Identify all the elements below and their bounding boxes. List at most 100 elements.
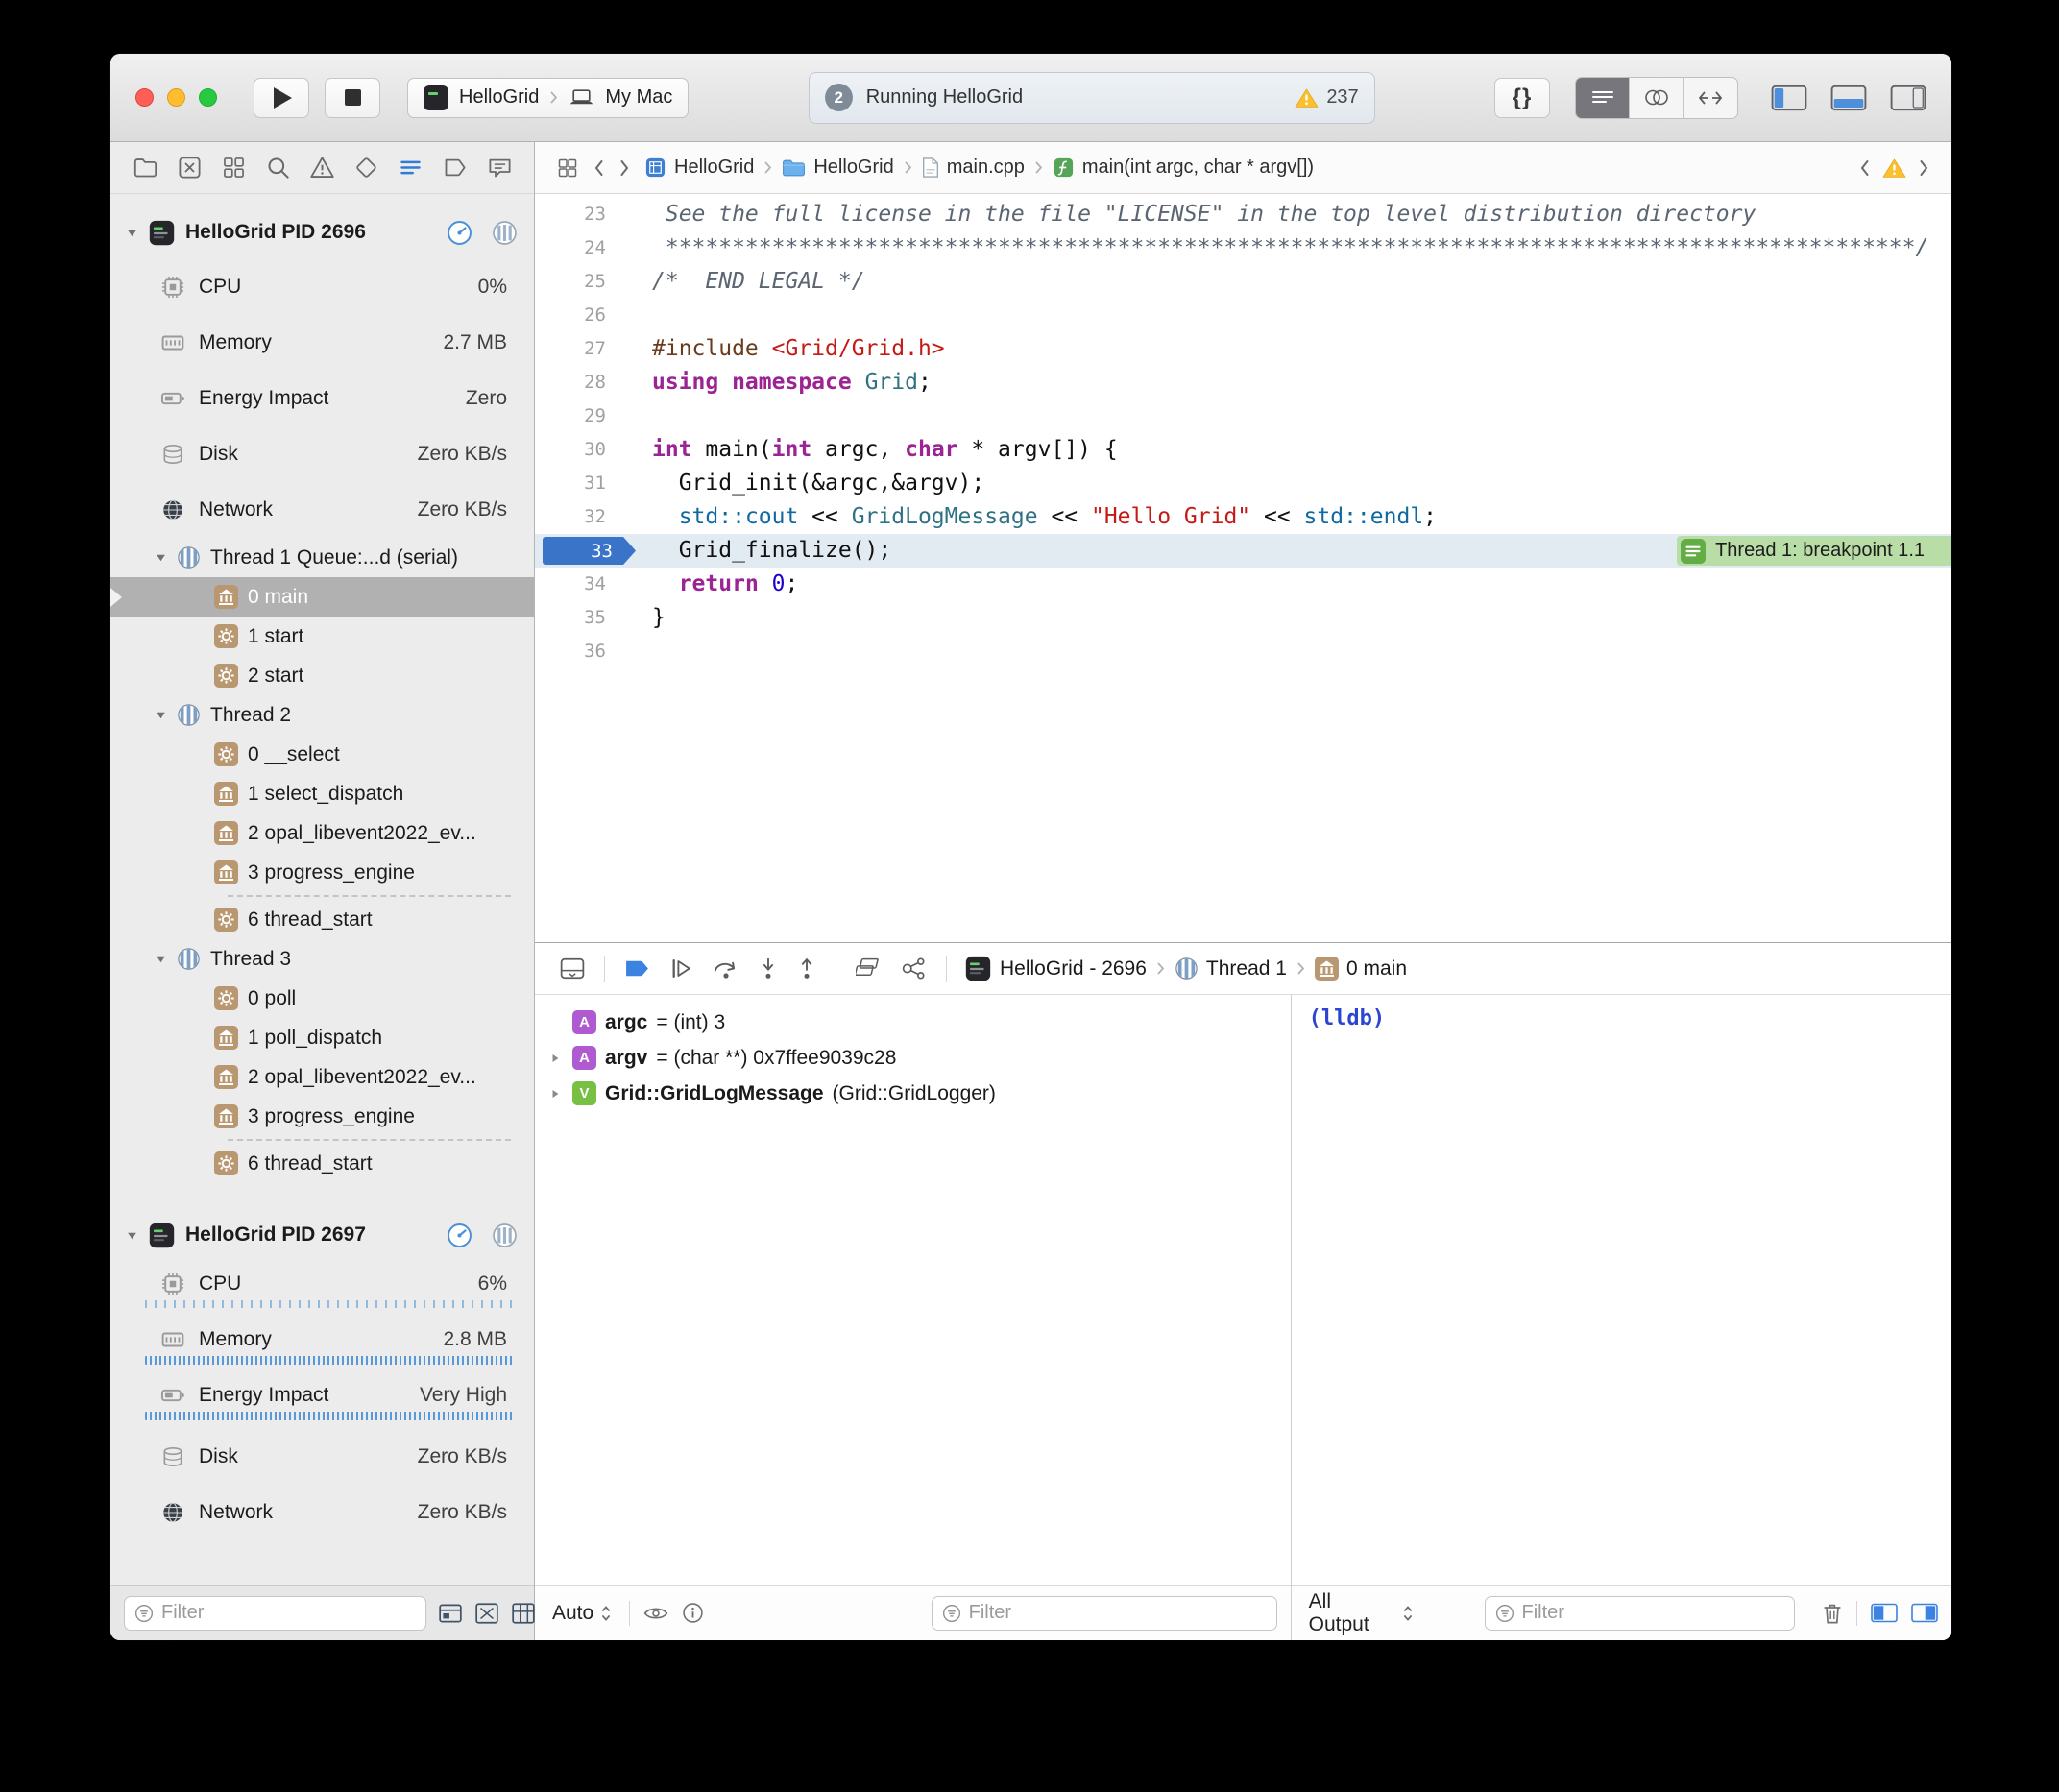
disclosure-icon[interactable] <box>126 1229 138 1242</box>
line-number[interactable]: 30 <box>535 433 627 467</box>
disclosure-icon[interactable] <box>546 1053 564 1064</box>
crumb-file[interactable]: main.cpp <box>922 157 1025 179</box>
crumb-group[interactable]: HelloGrid <box>782 157 893 179</box>
crumb-thread[interactable]: Thread 1 <box>1175 957 1287 981</box>
gauge-row-network[interactable]: NetworkZero KB/s <box>110 482 534 538</box>
toggle-navigator-button[interactable] <box>1771 85 1807 111</box>
code-line[interactable]: 27#include <Grid/Grid.h> <box>535 332 1951 366</box>
toggle-inspectors-button[interactable] <box>1890 85 1926 111</box>
code-line[interactable]: 23 See the full license in the file "LIC… <box>535 198 1951 231</box>
standard-editor-button[interactable] <box>1576 78 1630 118</box>
continue-button[interactable] <box>669 957 693 981</box>
print-description-button[interactable] <box>682 1602 704 1624</box>
show-variables-view-button[interactable] <box>1871 1603 1898 1623</box>
variables-scope-selector[interactable]: Auto <box>548 1600 616 1627</box>
frame-row[interactable]: 1 poll_dispatch <box>110 1018 534 1057</box>
frame-row[interactable]: 1 select_dispatch <box>110 774 534 813</box>
disclosure-icon[interactable] <box>546 1088 564 1100</box>
variables-filter-input[interactable] <box>969 1602 1267 1624</box>
debug-filter-button-2[interactable] <box>474 1602 499 1625</box>
variable-row[interactable]: VGrid::GridLogMessage(Grid::GridLogger) <box>535 1076 1291 1111</box>
code-line[interactable]: 32 std::cout << GridLogMessage << "Hello… <box>535 500 1951 534</box>
library-button[interactable]: {} <box>1494 78 1550 118</box>
gauge-row-cpu[interactable]: CPU0% <box>110 259 534 315</box>
code-line[interactable]: 28using namespace Grid; <box>535 366 1951 400</box>
frame-row[interactable]: 3 progress_engine <box>110 853 534 892</box>
go-forward-button[interactable] <box>618 158 631 178</box>
assistant-editor-button[interactable] <box>1630 78 1684 118</box>
warning-badge[interactable]: 237 <box>1295 86 1358 109</box>
navigator-tab-debug[interactable] <box>396 153 426 183</box>
related-items-button[interactable] <box>556 157 579 180</box>
next-issue-button[interactable] <box>1918 158 1930 178</box>
frame-row[interactable]: 3 progress_engine <box>110 1097 534 1136</box>
code-line[interactable]: 34 return 0; <box>535 568 1951 601</box>
scheme-selector[interactable]: HelloGrid My Mac <box>407 78 689 118</box>
variable-row[interactable]: Aargc= (int) 3 <box>535 1005 1291 1040</box>
gauge-row-disk[interactable]: DiskZero KB/s <box>110 1429 534 1485</box>
crumb-process[interactable]: HelloGrid - 2696 <box>964 955 1147 982</box>
breakpoints-activate-button[interactable] <box>624 958 650 979</box>
process-view-button[interactable] <box>491 219 519 247</box>
frame-row[interactable]: 0 poll <box>110 979 534 1018</box>
code-line[interactable]: 31 Grid_init(&argc,&argv); <box>535 467 1951 500</box>
code-line[interactable]: 29 <box>535 400 1951 433</box>
gauge-row-energy[interactable]: Energy ImpactVery High <box>110 1373 534 1429</box>
code-line[interactable]: 25/* END LEGAL */ <box>535 265 1951 299</box>
thread-row[interactable]: Thread 1 Queue:...d (serial) <box>110 538 534 577</box>
go-back-button[interactable] <box>593 158 605 178</box>
line-number[interactable]: 35 <box>535 601 627 635</box>
navigator-tab-tests[interactable] <box>351 153 382 183</box>
line-number[interactable]: 32 <box>535 500 627 534</box>
line-number[interactable]: 34 <box>535 568 627 601</box>
navigator-filter-field[interactable] <box>124 1596 426 1631</box>
process-row[interactable]: HelloGrid PID 2697 <box>110 1208 534 1262</box>
breakpoint-indicator[interactable]: 33 <box>543 537 636 565</box>
frame-row[interactable]: 2 start <box>110 656 534 695</box>
thread-row[interactable]: Thread 3 <box>110 939 534 979</box>
previous-issue-button[interactable] <box>1858 158 1871 178</box>
gauge-row-memory[interactable]: Memory2.8 MB <box>110 1318 534 1373</box>
quicklook-button[interactable] <box>643 1606 668 1621</box>
toggle-debug-area-button[interactable] <box>1830 85 1867 111</box>
hide-debug-area-button[interactable] <box>560 957 585 980</box>
clear-console-button[interactable] <box>1822 1602 1843 1625</box>
line-number[interactable]: 24 <box>535 231 627 265</box>
debug-gauge-button[interactable] <box>446 219 473 247</box>
navigator-tab-source-control[interactable] <box>174 153 205 183</box>
crumb-frame[interactable]: 0 main <box>1315 957 1407 981</box>
debug-gauge-button[interactable] <box>446 1222 473 1249</box>
console-view[interactable]: (lldb) All Output <box>1292 995 1951 1640</box>
console-output[interactable]: (lldb) <box>1292 995 1951 1585</box>
frame-row[interactable]: 1 start <box>110 617 534 656</box>
console-filter-field[interactable] <box>1485 1596 1796 1631</box>
line-number[interactable]: 36 <box>535 635 627 668</box>
debug-filter-button-3[interactable] <box>511 1602 536 1625</box>
crumb-project[interactable]: HelloGrid <box>644 157 754 179</box>
process-row[interactable]: HelloGrid PID 2696 <box>110 206 534 259</box>
show-console-button[interactable] <box>1911 1603 1938 1623</box>
crumb-symbol[interactable]: main(int argc, char * argv[]) <box>1053 157 1314 179</box>
line-number[interactable]: 33 <box>535 534 627 568</box>
line-number[interactable]: 25 <box>535 265 627 299</box>
navigator-tab-symbols[interactable] <box>218 153 249 183</box>
step-out-button[interactable] <box>797 957 816 981</box>
zoom-button[interactable] <box>199 88 217 107</box>
code-line[interactable]: 36 <box>535 635 1951 668</box>
code-line[interactable]: 33 Grid_finalize();Thread 1: breakpoint … <box>535 534 1951 568</box>
run-button[interactable] <box>254 78 309 118</box>
variable-row[interactable]: Aargv= (char **) 0x7ffee9039c28 <box>535 1040 1291 1076</box>
view-hierarchy-button[interactable] <box>856 957 882 981</box>
source-editor[interactable]: 23 See the full license in the file "LIC… <box>535 194 1951 942</box>
frame-row[interactable]: 2 opal_libevent2022_ev... <box>110 1057 534 1097</box>
minimize-button[interactable] <box>167 88 185 107</box>
stop-button[interactable] <box>325 78 380 118</box>
code-line[interactable]: 35} <box>535 601 1951 635</box>
line-number[interactable]: 31 <box>535 467 627 500</box>
code-line[interactable]: 24 *************************************… <box>535 231 1951 265</box>
navigator-tab-issues[interactable] <box>307 153 338 183</box>
close-button[interactable] <box>135 88 154 107</box>
line-number[interactable]: 23 <box>535 198 627 231</box>
debug-filter-button-1[interactable] <box>438 1602 463 1625</box>
variables-filter-field[interactable] <box>932 1596 1277 1631</box>
